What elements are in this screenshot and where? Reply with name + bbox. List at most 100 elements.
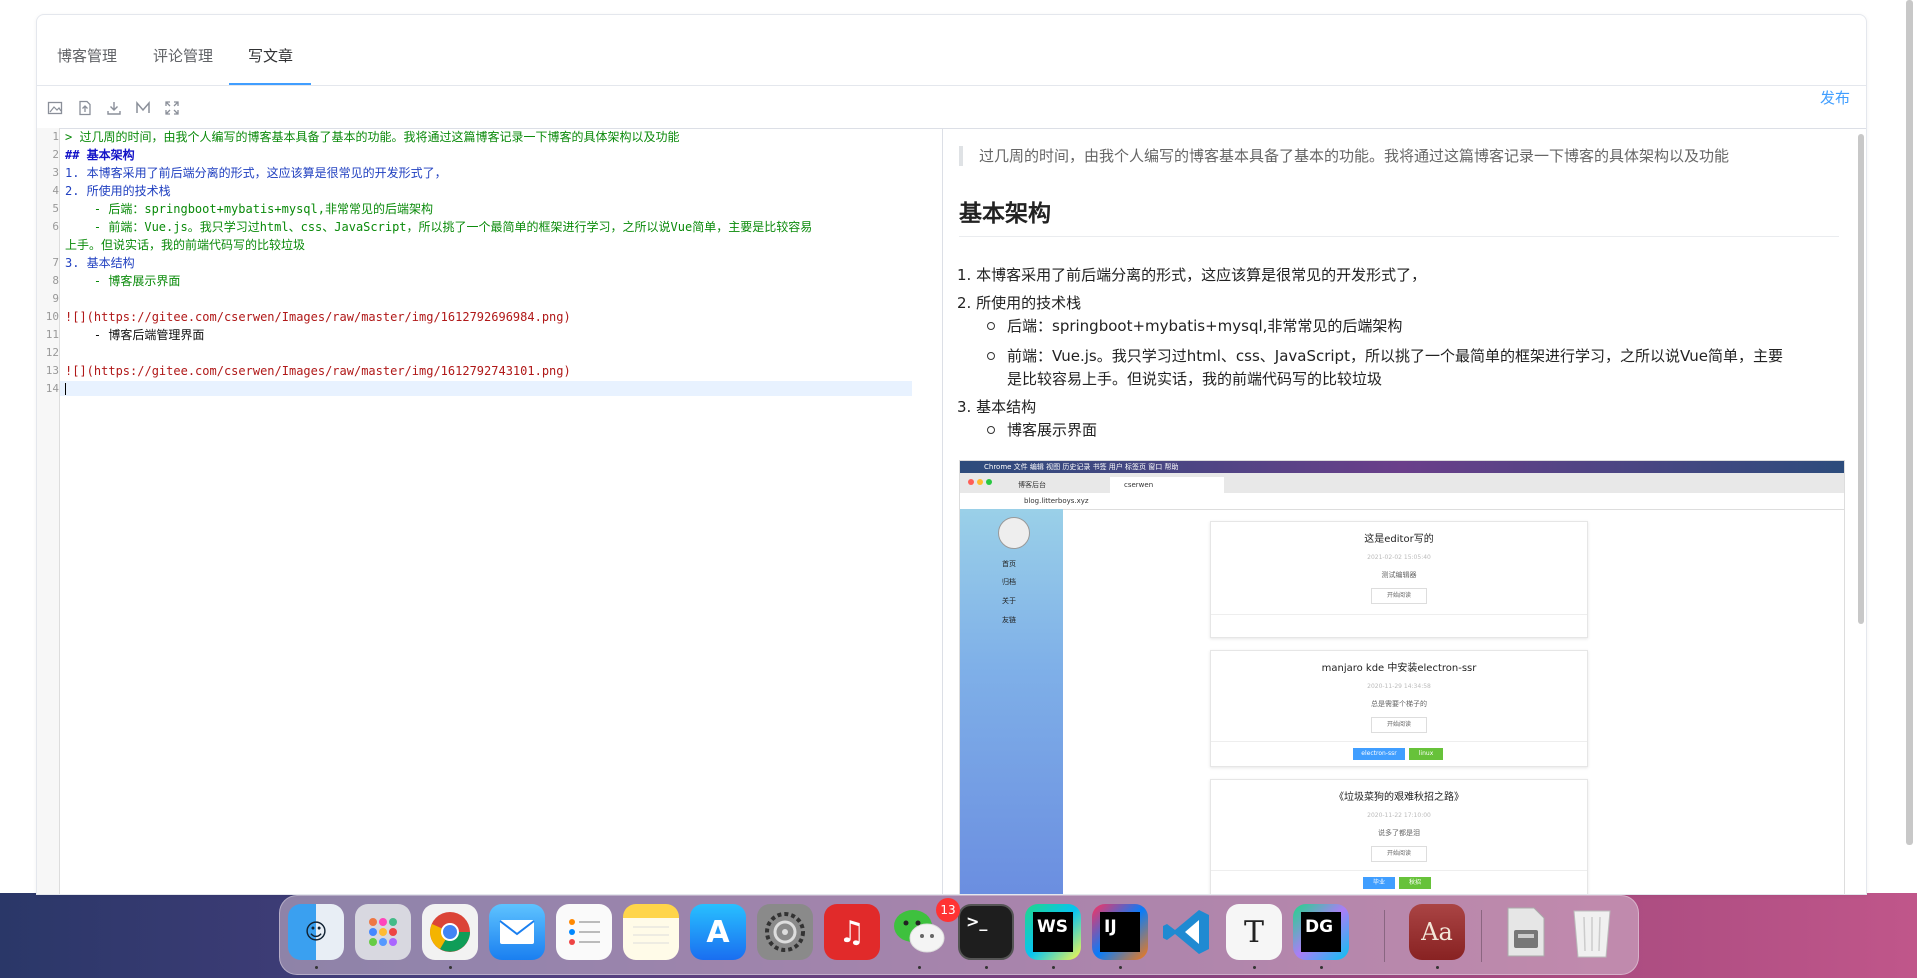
markdown-preview: 过几周的时间，由我个人编写的博客基本具备了基本的功能。我将通过这篇博客记录一下博… — [943, 128, 1866, 894]
intellij-idea-icon[interactable]: IJ — [1092, 904, 1148, 960]
admin-card: 博客管理 评论管理 写文章 发布 1 2 3 4 5 6 7 8 9 10 11… — [36, 14, 1867, 895]
close-dot-icon — [968, 479, 974, 485]
markdown-editor[interactable]: 1 2 3 4 5 6 7 8 9 10 11 12 13 14 > 过几周的时… — [37, 128, 943, 894]
browser-window: 博客管理 评论管理 写文章 发布 1 2 3 4 5 6 7 8 9 10 11… — [0, 0, 1917, 895]
preview-blockquote: 过几周的时间，由我个人编写的博客基本具备了基本的功能。我将通过这篇博客记录一下博… — [959, 146, 1859, 166]
datagrip-icon[interactable]: DG — [1293, 904, 1349, 960]
preview-sublist-item: 后端：springboot+mybatis+mysql,非常常见的后端架构 — [1007, 317, 1403, 335]
screenshot-url: blog.litterboys.xyz — [1024, 497, 1089, 505]
list-bullet — [987, 322, 995, 330]
line-number: 9 — [52, 292, 59, 305]
screenshot-address-bar: blog.litterboys.xyz — [960, 493, 1844, 510]
disk-utility-icon[interactable] — [1497, 904, 1553, 960]
webstorm-icon[interactable]: WS — [1025, 904, 1081, 960]
code-line: - 博客展示界面 — [65, 274, 181, 288]
preview-list-item: 3. 基本结构 — [957, 398, 1037, 416]
window-scrollbar[interactable] — [1906, 0, 1913, 845]
post-tag: 毕业 — [1363, 877, 1395, 889]
editor-toolbar — [37, 86, 1866, 129]
line-number: 7 — [52, 256, 59, 269]
post-divider — [1211, 614, 1587, 615]
tab-bar: 博客管理 评论管理 写文章 — [37, 15, 1866, 86]
line-number: 2 — [52, 148, 59, 161]
line-number: 14 — [45, 382, 59, 395]
app-store-icon[interactable]: A — [690, 904, 746, 960]
dock-separator — [1481, 910, 1482, 962]
current-line-highlight — [60, 381, 912, 396]
launchpad-icon[interactable] — [355, 904, 411, 960]
tab-write-article[interactable]: 写文章 — [248, 45, 293, 66]
code-line: 上手。但说实话，我的前端代码写的比较垃圾 — [65, 238, 306, 252]
netease-music-icon[interactable]: ♫ — [824, 904, 880, 960]
list-bullet — [987, 426, 995, 434]
preview-list-item: 2. 所使用的技术栈 — [957, 294, 1082, 312]
post-read-button: 开始阅读 — [1371, 717, 1427, 733]
post-divider — [1211, 741, 1587, 742]
avatar — [998, 517, 1030, 549]
publish-button[interactable]: 发布 — [1820, 87, 1850, 108]
mail-icon[interactable] — [489, 904, 545, 960]
preview-sublist-item-cont: 是比较容易上手。但说实话，我的前端代码写的比较垃圾 — [1007, 370, 1383, 388]
chrome-icon[interactable] — [422, 904, 478, 960]
vscode-icon[interactable] — [1159, 904, 1215, 960]
code-line: ![](https://gitee.com/cserwen/Images/raw… — [65, 310, 571, 324]
line-number: 4 — [52, 184, 59, 197]
preview-scrollbar[interactable] — [1858, 134, 1864, 624]
wechat-unread-badge: 13 — [936, 898, 960, 922]
screenshot-nav: 友链 — [1002, 616, 1016, 624]
line-number: 1 — [52, 130, 59, 143]
trash-icon[interactable] — [1564, 904, 1620, 960]
notes-icon[interactable] — [623, 904, 679, 960]
line-number: 11 — [45, 328, 59, 341]
webstorm-label: WS — [1033, 912, 1073, 952]
post-tag: linux — [1409, 748, 1443, 760]
tab-blog-manage[interactable]: 博客管理 — [57, 45, 117, 66]
screenshot-sidebar: 首页 归档 关于 友链 — [960, 509, 1063, 894]
minimize-dot-icon — [977, 479, 983, 485]
running-indicator — [1320, 966, 1323, 969]
post-tag: electron-ssr — [1353, 748, 1405, 760]
running-indicator — [449, 966, 452, 969]
line-number: 6 — [52, 220, 59, 233]
line-number: 10 — [45, 310, 59, 323]
post-date: 2021-02-02 15:05:40 — [1367, 554, 1431, 561]
running-indicator — [1119, 966, 1122, 969]
reminders-icon[interactable] — [556, 904, 612, 960]
download-icon[interactable] — [106, 100, 122, 116]
system-preferences-icon[interactable] — [757, 904, 813, 960]
code-line: ![](https://gitee.com/cserwen/Images/raw… — [65, 364, 571, 378]
screenshot-post-card: manjaro kde 中安装electron-ssr 2020-11-29 1… — [1210, 650, 1588, 767]
post-date: 2020-11-29 14:34:58 — [1367, 683, 1431, 690]
post-read-button: 开始阅读 — [1371, 846, 1427, 862]
post-desc: 测试编辑器 — [1381, 571, 1417, 579]
image-icon[interactable] — [47, 100, 63, 116]
fullscreen-icon[interactable] — [164, 100, 180, 116]
code-line: - 博客后端管理界面 — [65, 328, 205, 342]
dictionary-icon[interactable]: Aa — [1409, 904, 1465, 960]
preview-heading: 基本架构 — [959, 194, 1839, 237]
preview-list-item: 1. 本博客采用了前后端分离的形式，这应该算是很常见的开发形式了， — [957, 266, 1427, 284]
screenshot-menubar: Chrome 文件 编辑 视图 历史记录 书签 用户 标签页 窗口 帮助 — [960, 461, 1844, 473]
upload-icon[interactable] — [77, 100, 93, 116]
screenshot-menubar-text: Chrome 文件 编辑 视图 历史记录 书签 用户 标签页 窗口 帮助 — [984, 463, 1179, 471]
post-desc: 总是需要个梯子的 — [1371, 700, 1427, 708]
screenshot-tabbar: 博客后台 cserwen — [960, 473, 1844, 493]
running-indicator — [315, 966, 318, 969]
code-line: - 后端：springboot+mybatis+mysql,非常常见的后端架构 — [65, 202, 433, 216]
finder-icon[interactable]: ☺ — [288, 904, 344, 960]
post-title: manjaro kde 中安装electron-ssr — [1321, 663, 1477, 674]
code-line: 2. 所使用的技术栈 — [65, 184, 171, 198]
terminal-icon[interactable]: >_ — [958, 904, 1014, 960]
screenshot-post-card: 《垃圾菜狗的艰难秋招之路》 2020-11-22 17:10:00 说多了都是泪… — [1210, 779, 1588, 894]
screenshot-nav: 首页 — [1002, 560, 1016, 568]
markdown-icon[interactable] — [135, 100, 151, 116]
line-number: 3 — [52, 166, 59, 179]
running-indicator — [985, 966, 988, 969]
code-line: > 过几周的时间，由我个人编写的博客基本具备了基本的功能。我将通过这篇博客记录一… — [65, 130, 680, 144]
typora-icon[interactable]: T — [1226, 904, 1282, 960]
screenshot-tab: 博客后台 — [1018, 481, 1046, 489]
tab-comment-manage[interactable]: 评论管理 — [153, 45, 213, 66]
dock-separator — [1384, 910, 1385, 962]
line-number: 5 — [52, 202, 59, 215]
running-indicator — [1253, 966, 1256, 969]
